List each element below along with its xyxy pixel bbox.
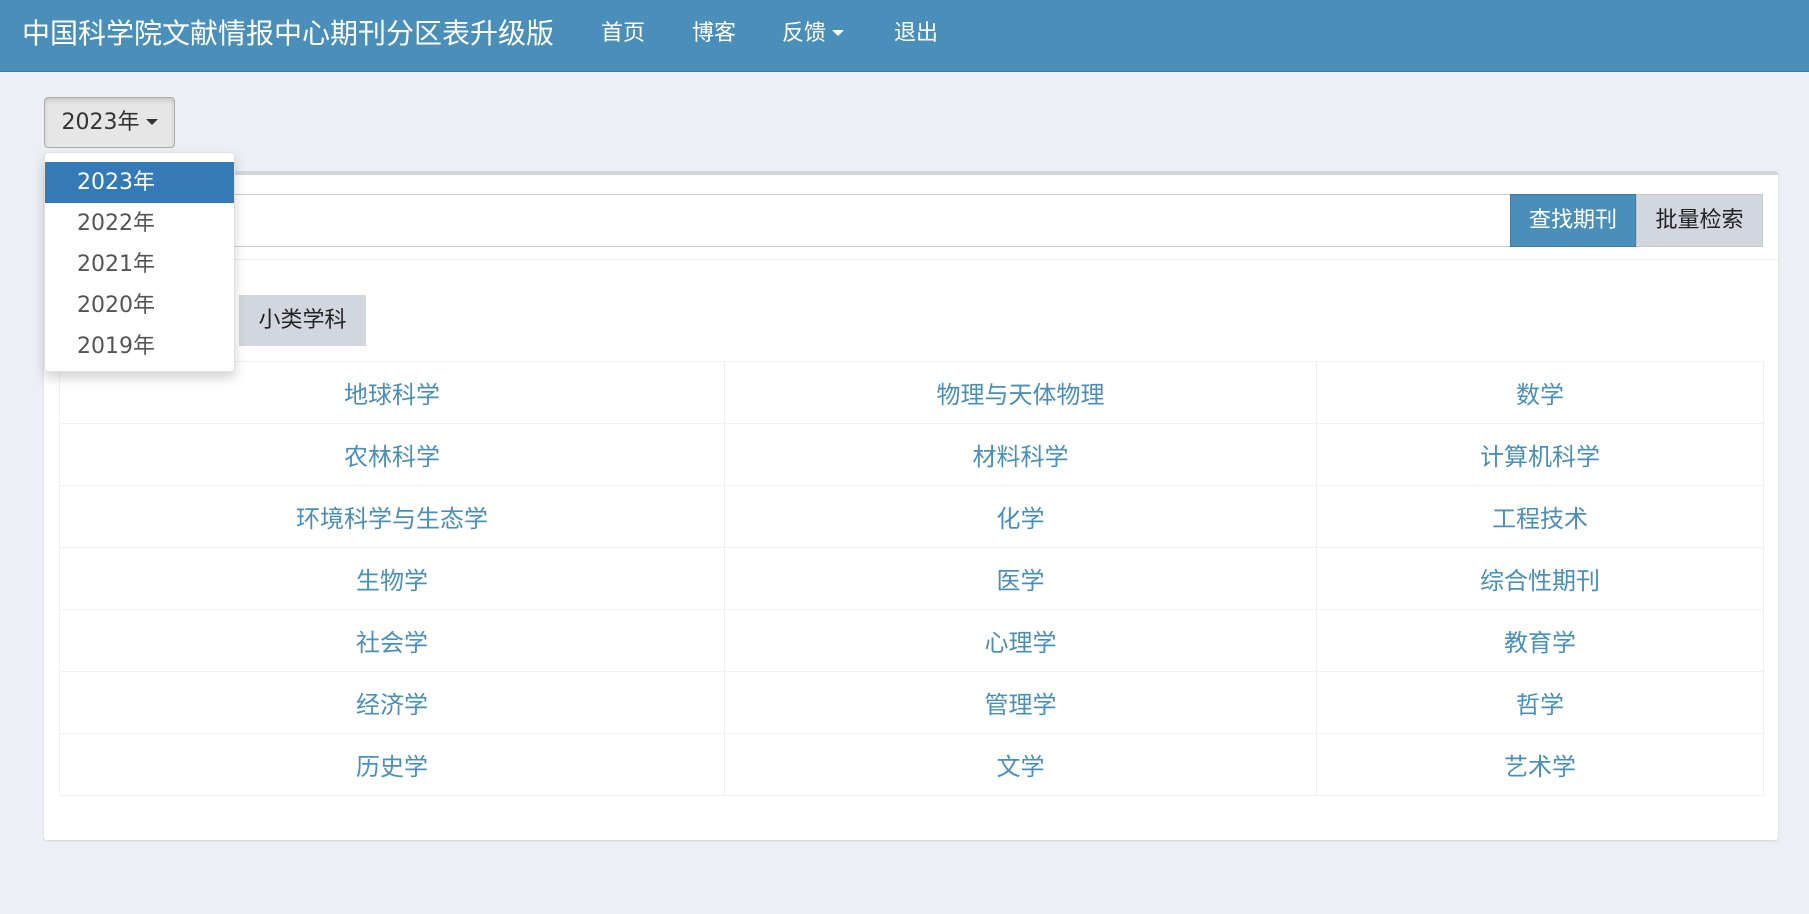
subject-table: 地球科学 物理与天体物理 数学农林科学 材料科学 计算机科学环境科学与生态学 化学 工程技术… [59, 361, 1764, 796]
table-cell: 医学 [724, 547, 1317, 610]
chevron-down-icon [145, 118, 158, 125]
table-cell: 环境科学与生态学 [59, 485, 725, 548]
journal-search-input[interactable] [59, 194, 1510, 247]
subject-link[interactable]: 艺术学 [1504, 753, 1576, 781]
nav-feedback-label: 反馈 [782, 21, 827, 46]
year-dropdown-button[interactable]: 2023年 [44, 97, 175, 148]
subject-link[interactable]: 数学 [1516, 381, 1564, 409]
table-cell: 文学 [724, 733, 1317, 796]
divider [44, 259, 1778, 260]
chevron-down-icon [832, 29, 845, 36]
subject-link[interactable]: 经济学 [356, 691, 428, 719]
nav-logout[interactable]: 退出 [894, 0, 938, 72]
table-cell: 历史学 [59, 733, 725, 796]
nav-home-label: 首页 [601, 21, 646, 46]
subject-link[interactable]: 哲学 [1516, 691, 1564, 719]
subject-link[interactable]: 地球科学 [344, 381, 440, 409]
batch-search-button[interactable]: 批量检索 [1636, 194, 1763, 247]
table-cell: 经济学 [59, 671, 725, 734]
subject-link[interactable]: 社会学 [356, 629, 428, 657]
table-cell: 物理与天体物理 [724, 361, 1317, 424]
table-cell: 计算机科学 [1316, 423, 1764, 486]
subject-link[interactable]: 物理与天体物理 [937, 381, 1105, 409]
table-cell: 哲学 [1316, 671, 1764, 734]
table-cell: 化学 [724, 485, 1317, 548]
nav-home[interactable]: 首页 [601, 0, 645, 72]
subject-link[interactable]: 文学 [997, 753, 1045, 781]
table-cell: 心理学 [724, 609, 1317, 672]
subject-link[interactable]: 环境科学与生态学 [296, 505, 488, 533]
table-cell: 教育学 [1316, 609, 1764, 672]
nav-logout-label: 退出 [894, 21, 939, 46]
main-panel: 查找期刊 批量检索 小类学科 地球科学 物理与天体物理 数学农林科学 材料科学 计算机科… [44, 171, 1778, 840]
subject-link[interactable]: 医学 [997, 567, 1045, 595]
table-row: 社会学 心理学 教育学 [59, 609, 1764, 672]
table-row: 农林科学 材料科学 计算机科学 [59, 423, 1764, 486]
year-option[interactable]: 2019年 [45, 326, 234, 367]
search-bar: 查找期刊 批量检索 [59, 194, 1763, 247]
subject-link[interactable]: 历史学 [356, 753, 428, 781]
top-navbar: 中国科学院文献情报中心期刊分区表升级版 首页 博客 反馈 退出 [0, 0, 1809, 72]
year-dropdown-menu: 2023年 2022年 2021年 2020年 2019年 [44, 152, 235, 372]
year-option[interactable]: 2020年 [45, 285, 234, 326]
table-row: 地球科学 物理与天体物理 数学 [59, 361, 1764, 424]
table-row: 经济学 管理学 哲学 [59, 671, 1764, 734]
table-cell: 社会学 [59, 609, 725, 672]
table-cell: 工程技术 [1316, 485, 1764, 548]
nav-blog-label: 博客 [692, 21, 737, 46]
table-cell: 生物学 [59, 547, 725, 610]
subject-link[interactable]: 工程技术 [1492, 505, 1588, 533]
subject-link[interactable]: 生物学 [356, 567, 428, 595]
year-selected-label: 2023年 [61, 110, 140, 135]
nav-blog[interactable]: 博客 [692, 0, 736, 72]
table-row: 生物学 医学 综合性期刊 [59, 547, 1764, 610]
table-cell: 材料科学 [724, 423, 1317, 486]
year-option[interactable]: 2023年 [45, 162, 234, 203]
table-cell: 数学 [1316, 361, 1764, 424]
subject-link[interactable]: 心理学 [985, 629, 1057, 657]
year-option[interactable]: 2022年 [45, 203, 234, 244]
subject-link[interactable]: 化学 [997, 505, 1045, 533]
table-cell: 管理学 [724, 671, 1317, 734]
subject-link[interactable]: 农林科学 [344, 443, 440, 471]
table-row: 历史学 文学 艺术学 [59, 733, 1764, 796]
table-row: 环境科学与生态学 化学 工程技术 [59, 485, 1764, 548]
find-journal-button[interactable]: 查找期刊 [1510, 194, 1636, 247]
subject-link[interactable]: 计算机科学 [1480, 443, 1600, 471]
subject-link[interactable]: 教育学 [1504, 629, 1576, 657]
nav-feedback-dropdown[interactable]: 反馈 [782, 0, 845, 72]
year-option[interactable]: 2021年 [45, 244, 234, 285]
subject-link[interactable]: 综合性期刊 [1480, 567, 1600, 595]
table-cell: 综合性期刊 [1316, 547, 1764, 610]
subject-link[interactable]: 管理学 [985, 691, 1057, 719]
tab-minor-subject[interactable]: 小类学科 [239, 295, 366, 346]
site-brand[interactable]: 中国科学院文献情报中心期刊分区表升级版 [22, 0, 554, 72]
table-cell: 农林科学 [59, 423, 725, 486]
subject-link[interactable]: 材料科学 [973, 443, 1069, 471]
table-cell: 艺术学 [1316, 733, 1764, 796]
